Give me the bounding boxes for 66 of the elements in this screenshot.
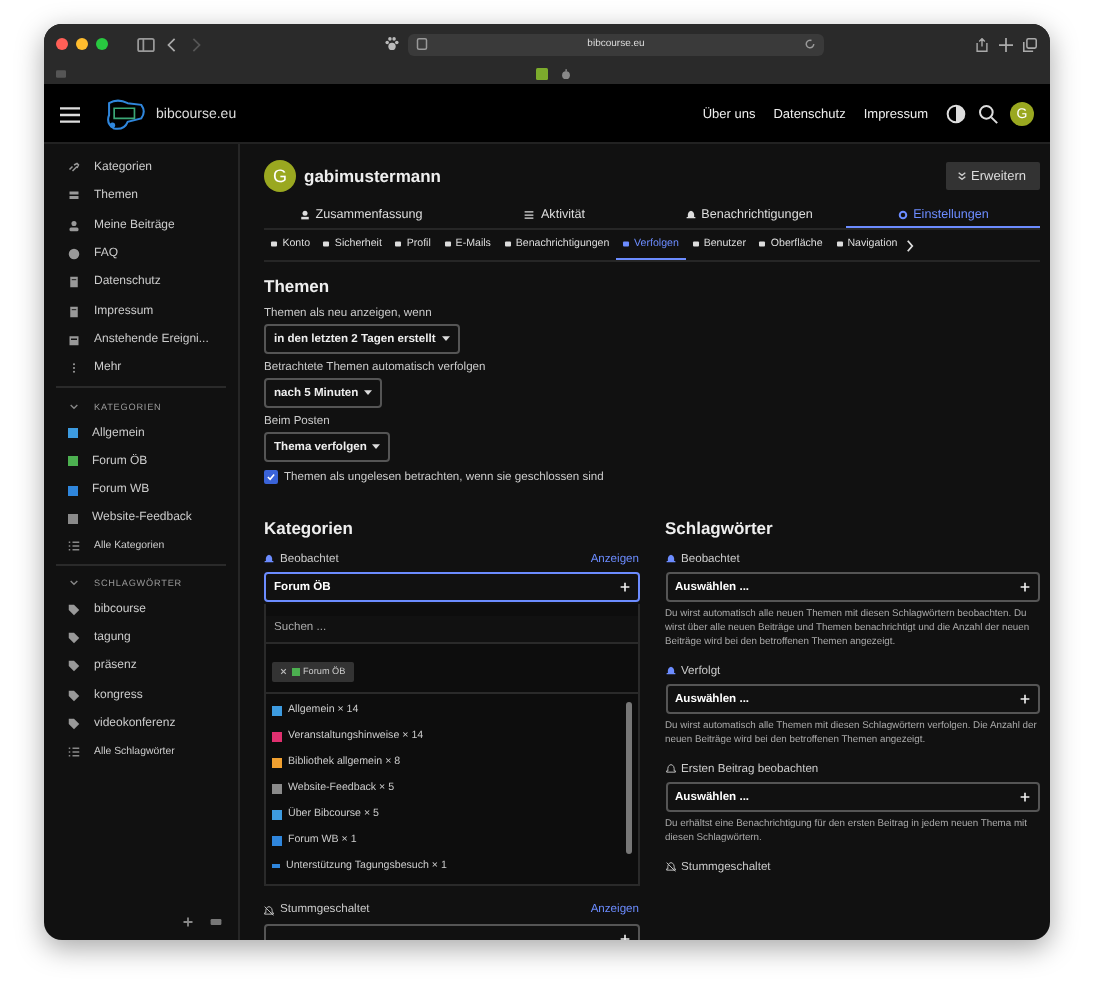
tag-icon	[68, 632, 80, 644]
sidebar-icon[interactable]	[136, 37, 156, 51]
tag-icon	[68, 603, 80, 616]
plus-icon[interactable]	[182, 916, 194, 928]
section-heading: Schlagwörter	[665, 518, 775, 538]
reload-icon[interactable]	[804, 38, 816, 50]
minimize-window-button[interactable]	[76, 38, 88, 50]
tab-icon	[394, 240, 403, 248]
caret-icon	[364, 390, 373, 396]
caret-icon	[372, 444, 381, 450]
muted-bell-icon	[264, 905, 274, 915]
section-heading: Themen	[264, 276, 332, 296]
zoom-window-button[interactable]	[96, 38, 108, 50]
bell-icon	[665, 666, 675, 676]
double-chevron-icon	[957, 172, 966, 180]
plus-icon	[1020, 792, 1030, 802]
tab-icon	[691, 240, 700, 248]
plus-icon	[619, 933, 629, 940]
plus-icon	[619, 582, 629, 592]
page-icon	[416, 38, 428, 50]
user-avatar: G	[264, 160, 296, 192]
document-icon	[68, 276, 80, 289]
new-tab-icon[interactable]	[998, 37, 1014, 51]
search-icon[interactable]	[978, 104, 998, 124]
bell-icon	[264, 554, 274, 564]
bell-icon	[665, 554, 675, 564]
close-window-button[interactable]	[56, 38, 68, 50]
share-icon[interactable]	[974, 37, 990, 51]
tag-icon	[68, 717, 80, 730]
document-icon	[68, 305, 80, 318]
calendar-icon	[68, 333, 80, 346]
list-icon	[68, 540, 80, 553]
tab-icon	[758, 240, 767, 248]
tabs-overview-icon[interactable]	[1022, 37, 1038, 51]
theme-toggle-icon[interactable]	[946, 104, 966, 124]
close-icon	[280, 668, 287, 675]
caret-icon	[441, 336, 450, 342]
list-icon	[524, 209, 535, 219]
tab-icon	[270, 240, 279, 248]
tab-icon	[503, 240, 512, 248]
stack-icon	[68, 190, 80, 203]
tag-icon	[68, 660, 80, 673]
username: gabimustermann	[304, 166, 441, 186]
list-icon	[68, 745, 80, 758]
person-icon	[299, 209, 310, 219]
logo-icon[interactable]	[104, 97, 148, 131]
person-icon	[68, 219, 80, 232]
menu-icon[interactable]	[60, 105, 80, 123]
tab-icon	[835, 240, 844, 248]
paw-icon[interactable]	[384, 36, 400, 52]
checkbox[interactable]	[264, 470, 278, 484]
chevron-right-icon[interactable]	[905, 239, 914, 251]
back-icon[interactable]	[164, 37, 180, 51]
tab-icon	[443, 240, 452, 248]
apple-icon[interactable]	[560, 68, 572, 80]
link-icon	[68, 162, 80, 175]
bell-icon	[685, 209, 696, 219]
section-heading: Kategorien	[264, 518, 355, 538]
tab-icon	[622, 240, 631, 248]
bell-icon	[665, 764, 675, 774]
plus-icon	[1020, 694, 1030, 704]
keyboard-icon[interactable]	[210, 916, 222, 928]
plus-icon	[1020, 582, 1030, 592]
tag-icon	[68, 689, 80, 702]
tab-icon	[322, 240, 331, 248]
muted-bell-icon	[665, 862, 675, 872]
